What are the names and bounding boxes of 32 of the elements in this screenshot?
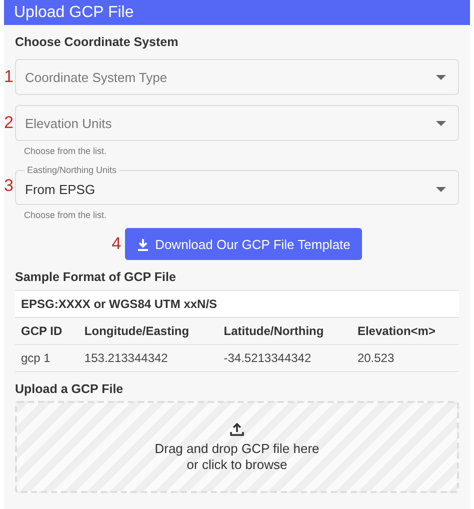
upload-icon [230,422,244,436]
table-cell: gcp 1 [15,344,78,372]
download-icon [137,238,150,250]
step-number: 1 [4,67,14,87]
table-cell: -34.5213344342 [218,344,352,372]
dropdown-arrow-icon [436,120,446,126]
section-heading: Sample Format of GCP File [15,270,177,284]
table-cell: 153.213344342 [78,344,218,372]
step-number: 3 [4,176,14,196]
download-button[interactable]: Download Our GCP File Template [125,228,362,260]
column-header: Longitude/Easting [78,318,218,344]
dropdown-arrow-icon [436,187,446,192]
step-number: 2 [4,113,14,133]
section-heading: Choose Coordinate System [15,35,180,49]
section-heading: Upload a GCP File [15,382,124,396]
helper-text: Choose from the list. [24,210,108,220]
floating-label: Easting/Northing Units [26,166,118,175]
table-caption: EPSG:XXXX or WGS84 UTM xxN/S [15,290,459,318]
dialog-title: Upload GCP File [4,0,470,25]
drop-zone[interactable]: Drag and drop GCP file here or click to browse [15,401,459,493]
table-cell: 20.523 [351,344,459,372]
drop-instruction: or click to browse [186,456,288,472]
select-field[interactable]: Easting/Northing Units From EPSG [15,166,459,205]
dropdown-arrow-icon [436,74,446,80]
step-number: 4 [112,234,122,254]
column-header: Elevation<m> [351,318,459,344]
column-header: Latitude/Northing [218,318,352,344]
select-field[interactable]: Elevation Units [15,105,459,141]
select-field[interactable]: Coordinate System Type [15,59,459,95]
column-header: GCP ID [15,318,78,344]
drop-instruction: Drag and drop GCP file here [154,440,320,456]
helper-text: Choose from the list. [24,146,108,156]
